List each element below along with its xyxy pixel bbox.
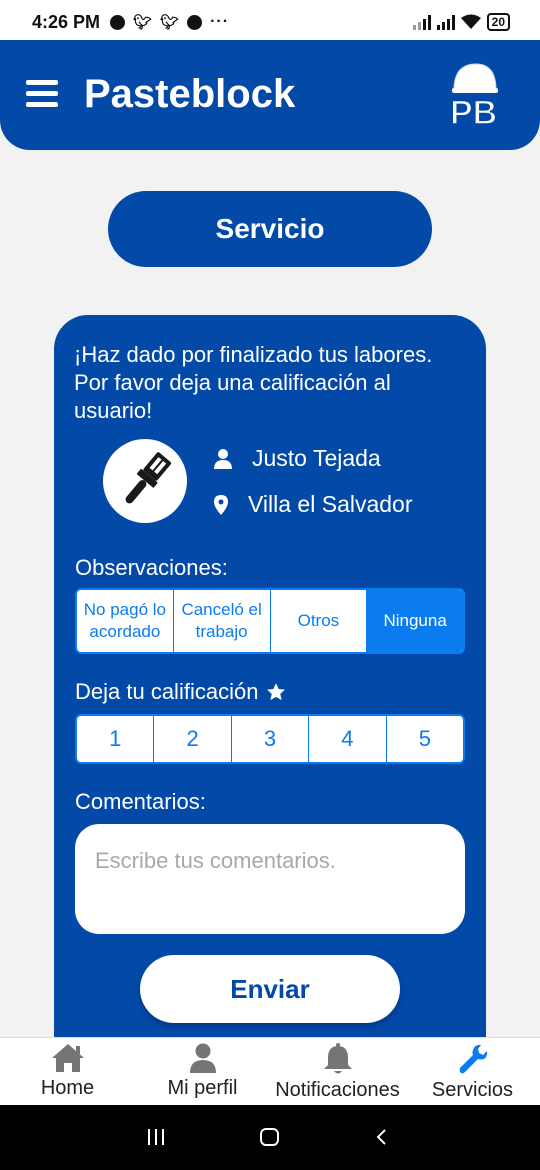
- twitter-icon: 🐦︎: [160, 14, 180, 31]
- nav-item-services[interactable]: Servicios: [405, 1038, 540, 1105]
- status-system-icons: 20: [412, 13, 510, 31]
- observation-option-otros[interactable]: Otros: [271, 590, 368, 652]
- observations-label: Observaciones:: [75, 555, 228, 580]
- bell-icon: [323, 1043, 352, 1074]
- nav-item-home[interactable]: Home: [0, 1038, 135, 1105]
- nav-item-profile[interactable]: Mi perfil: [135, 1038, 270, 1105]
- person-icon: [189, 1043, 216, 1073]
- check-circle-icon: [187, 14, 203, 30]
- back-icon[interactable]: [374, 1129, 390, 1145]
- svg-text:PB: PB: [450, 94, 497, 130]
- home-icon: [51, 1044, 84, 1072]
- bottom-navigation: Home Mi perfil Notificaciones Servicios: [0, 1037, 540, 1105]
- user-name-row: Justo Tejada: [214, 445, 381, 472]
- rating-option-2[interactable]: 2: [154, 716, 232, 762]
- star-icon: [267, 683, 286, 701]
- status-time: 4:26 PM: [32, 12, 101, 32]
- status-bar: 4:26 PM 🐦︎ 🐦︎ ··· 20: [0, 0, 540, 44]
- home-button-icon[interactable]: [260, 1128, 279, 1146]
- avatar: [103, 439, 187, 523]
- rating-option-3[interactable]: 3: [232, 716, 310, 762]
- signal-icon: [436, 14, 455, 30]
- more-dots-icon: ···: [210, 13, 230, 30]
- app-header: Pasteblock PB: [0, 40, 540, 150]
- observation-option-cancelo[interactable]: Canceló el trabajo: [174, 590, 271, 652]
- nav-label-home: Home: [40, 1077, 95, 1099]
- app-title: Pasteblock: [84, 72, 296, 116]
- paint-brush-icon: [125, 452, 172, 504]
- hamburger-menu-icon[interactable]: [26, 80, 58, 108]
- nav-label-notifications: Notificaciones: [275, 1079, 400, 1101]
- user-name: Justo Tejada: [252, 445, 381, 471]
- nav-label-services: Servicios: [431, 1079, 514, 1101]
- map-pin-icon: [214, 494, 228, 515]
- rating-selector: 1 2 3 4 5: [75, 714, 465, 764]
- user-location-row: Villa el Salvador: [214, 491, 413, 518]
- observation-option-no-pago[interactable]: No pagó lo acordado: [77, 590, 174, 652]
- rating-option-1[interactable]: 1: [77, 716, 155, 762]
- wifi-icon: [460, 14, 481, 29]
- user-location: Villa el Salvador: [248, 491, 413, 517]
- pasteblock-logo-icon: PB: [449, 63, 498, 130]
- intro-message: ¡Haz dado por finalizado tus labores. Po…: [74, 342, 433, 423]
- signal-icon: [412, 14, 431, 30]
- wrench-icon: [459, 1044, 487, 1074]
- battery-icon: 20: [486, 13, 510, 31]
- rating-option-4[interactable]: 4: [309, 716, 387, 762]
- recents-icon[interactable]: [148, 1129, 164, 1145]
- status-notification-icons: 🐦︎ 🐦︎ ···: [110, 13, 229, 31]
- submit-button[interactable]: Enviar: [140, 955, 400, 1023]
- comments-input[interactable]: [75, 824, 465, 934]
- observations-selector: No pagó lo acordado Canceló el trabajo O…: [75, 588, 465, 654]
- comments-label: Comentarios:: [75, 789, 206, 814]
- rating-label: Deja tu calificación: [75, 679, 259, 704]
- system-navigation-bar: [0, 1105, 540, 1170]
- nav-label-profile: Mi perfil: [167, 1077, 238, 1099]
- nav-item-notifications[interactable]: Notificaciones: [270, 1038, 405, 1105]
- observation-option-ninguna[interactable]: Ninguna: [367, 590, 463, 652]
- person-icon: [214, 448, 232, 469]
- rating-card: ¡Haz dado por finalizado tus labores. Po…: [54, 315, 486, 1075]
- rating-label-row: Deja tu calificación: [75, 679, 286, 705]
- twitter-icon: 🐦︎: [133, 14, 153, 31]
- alarm-icon: [110, 14, 125, 30]
- rating-option-5[interactable]: 5: [387, 716, 463, 762]
- page-title: Servicio: [108, 191, 432, 267]
